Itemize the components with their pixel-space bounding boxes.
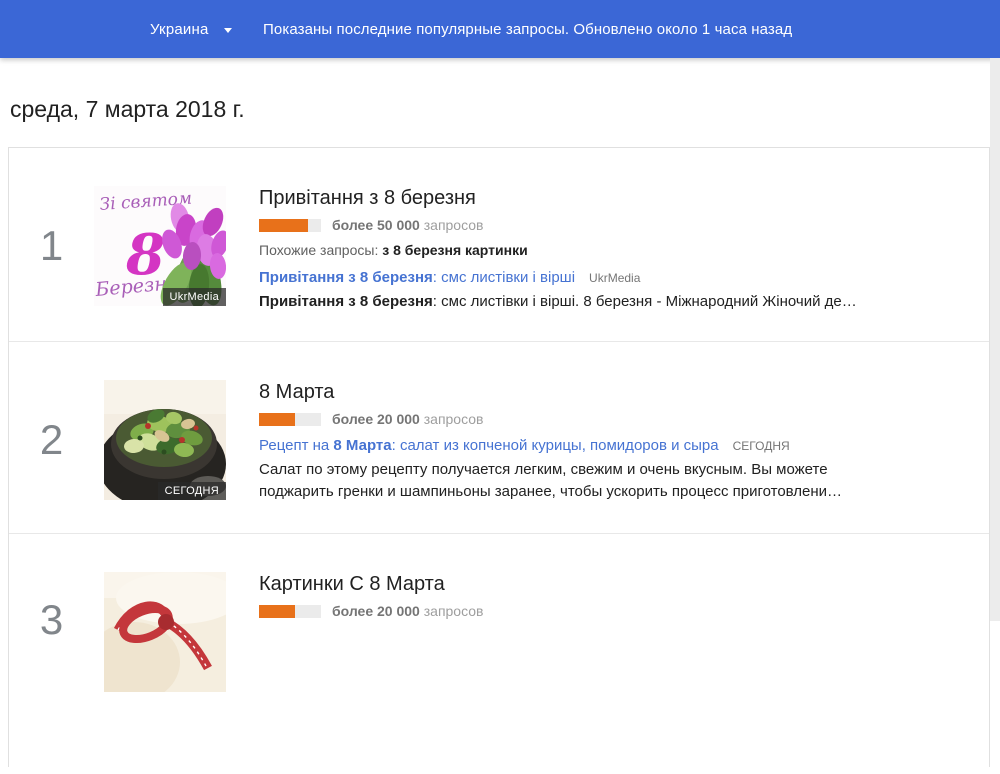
search-volume-text: более 50 000 запросов	[332, 217, 483, 233]
news-article-link[interactable]: Рецепт на 8 Марта: салат из копченой кур…	[259, 437, 719, 454]
trend-thumbnail-gift-bow[interactable]	[104, 572, 226, 692]
rank-number: 2	[9, 380, 94, 500]
trend-item-2: 2	[9, 342, 989, 534]
news-source: UkrMedia	[589, 271, 640, 285]
rank-number: 1	[9, 186, 94, 306]
news-snippet: Салат по этому рецепту получается легким…	[259, 459, 977, 503]
related-query-link[interactable]: з 8 березня картинки	[382, 242, 527, 258]
chevron-down-icon	[224, 28, 232, 33]
trending-searches-card: 1 Зі святом 8 Березня	[8, 147, 990, 767]
trend-title[interactable]: Картинки С 8 Марта	[259, 572, 977, 596]
region-selector-label: Украина	[150, 21, 209, 38]
image-source-label: UkrMedia	[163, 288, 226, 306]
news-article-link[interactable]: Привітання з 8 березня: смс листівки і в…	[259, 269, 575, 286]
trend-thumbnail-tulips[interactable]: Зі святом 8 Березня	[94, 186, 226, 306]
header-status-text: Показаны последние популярные запросы. О…	[263, 0, 792, 58]
trend-item-1: 1 Зі святом 8 Березня	[9, 148, 989, 342]
app-header: Украина Показаны последние популярные за…	[0, 0, 1000, 58]
trend-thumbnail-salad[interactable]: СЕГОДНЯ	[104, 380, 226, 500]
search-volume-bar	[259, 219, 321, 232]
search-volume-text: более 20 000 запросов	[332, 603, 483, 619]
search-volume-bar	[259, 413, 321, 426]
search-volume-text: более 20 000 запросов	[332, 411, 483, 427]
search-volume-bar-fill	[259, 605, 295, 618]
search-volume-bar-fill	[259, 413, 295, 426]
news-source: СЕГОДНЯ	[733, 439, 790, 453]
region-selector[interactable]: Украина	[150, 0, 232, 58]
scrollbar[interactable]	[990, 58, 1000, 621]
related-queries: Похожие запросы: з 8 березня картинки	[259, 242, 977, 258]
search-volume-bar	[259, 605, 321, 618]
trend-item-3: 3 Картинки С 8 Марта	[9, 534, 989, 774]
image-source-label: СЕГОДНЯ	[158, 482, 226, 500]
rank-number: 3	[9, 572, 94, 692]
gift-bow-image	[104, 572, 226, 692]
news-snippet: Привітання з 8 березня: смс листівки і в…	[259, 291, 977, 313]
trend-title[interactable]: 8 Марта	[259, 380, 977, 404]
date-heading: среда, 7 марта 2018 г.	[10, 96, 245, 123]
trend-title[interactable]: Привітання з 8 березня	[259, 186, 977, 210]
search-volume-bar-fill	[259, 219, 308, 232]
